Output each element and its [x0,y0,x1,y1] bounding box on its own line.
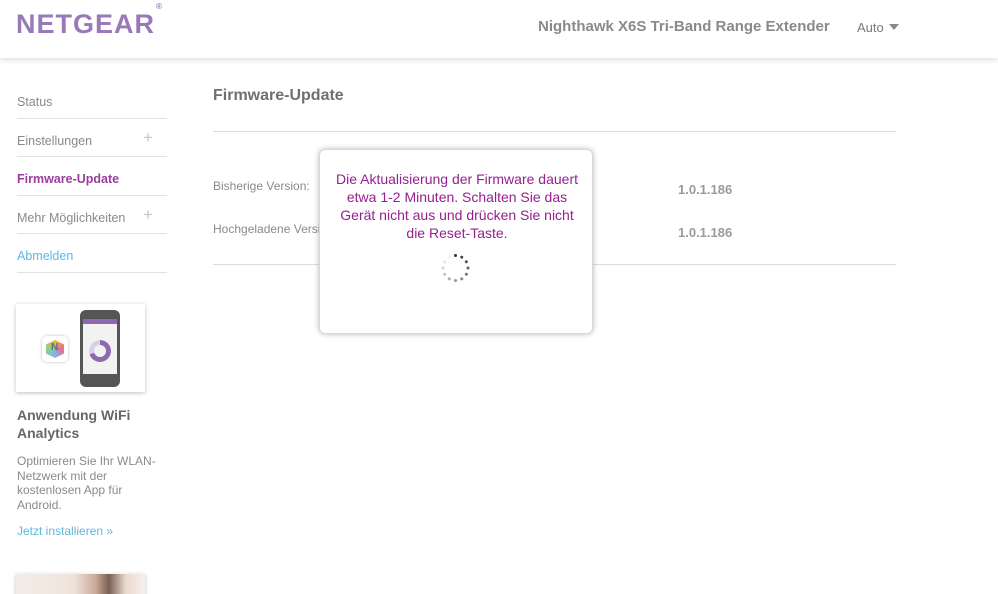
spinner-icon [440,252,472,284]
plus-icon[interactable]: + [143,129,153,146]
sidebar-item-mehr-moeglichkeiten[interactable]: Mehr Möglichkeiten + [17,196,167,234]
product-name: Nighthawk X6S Tri-Band Range Extender [538,18,830,35]
caret-down-icon [888,24,899,30]
language-value: Auto [857,20,884,35]
promo-title: Anwendung WiFi Analytics [17,407,131,441]
netgear-logo[interactable]: NETGEAR® [16,2,162,40]
support-promo-image[interactable] [16,574,145,594]
sidebar-item-firmware-update[interactable]: Firmware-Update [17,157,167,196]
wifi-analytics-app-icon: N [42,336,68,362]
install-app-link[interactable]: Jetzt installieren » [17,524,113,538]
smartphone-illustration [80,310,120,387]
previous-version-label: Bisherige Version: [213,179,310,193]
registered-mark: ® [156,2,162,11]
logo-text: NETGEAR [16,9,156,39]
update-warning-message: Die Aktualisierung der Firmware dauert e… [336,171,578,241]
sidebar-item-label: Mehr Möglichkeiten [17,210,126,225]
sidebar-item-einstellungen[interactable]: Einstellungen + [17,119,167,157]
sidebar-item-status[interactable]: Status [17,80,167,119]
sidebar-item-label: Status [17,95,53,109]
sidebar-item-label: Einstellungen [17,133,93,148]
promo-description: Optimieren Sie Ihr WLAN-Netzwerk mit der… [17,454,156,512]
sidebar-item-label: Firmware-Update [17,172,120,186]
firmware-update-progress-dialog: Die Aktualisierung der Firmware dauert e… [319,149,593,334]
sidebar-item-abmelden[interactable]: Abmelden [17,234,167,273]
previous-version-value: 1.0.1.186 [678,182,733,197]
language-dropdown[interactable]: Auto [857,20,899,35]
plus-icon[interactable]: + [143,206,153,223]
top-header: NETGEAR® Nighthawk X6S Tri-Band Range Ex… [0,0,998,58]
sidebar-item-label: Abmelden [17,249,74,263]
page-title: Firmware-Update [213,87,344,104]
app-promo-image[interactable]: N [16,304,145,392]
uploaded-version-value: 1.0.1.186 [678,225,733,240]
divider [213,131,896,132]
sidebar-nav: Status Einstellungen + Firmware-Update M… [17,80,167,273]
